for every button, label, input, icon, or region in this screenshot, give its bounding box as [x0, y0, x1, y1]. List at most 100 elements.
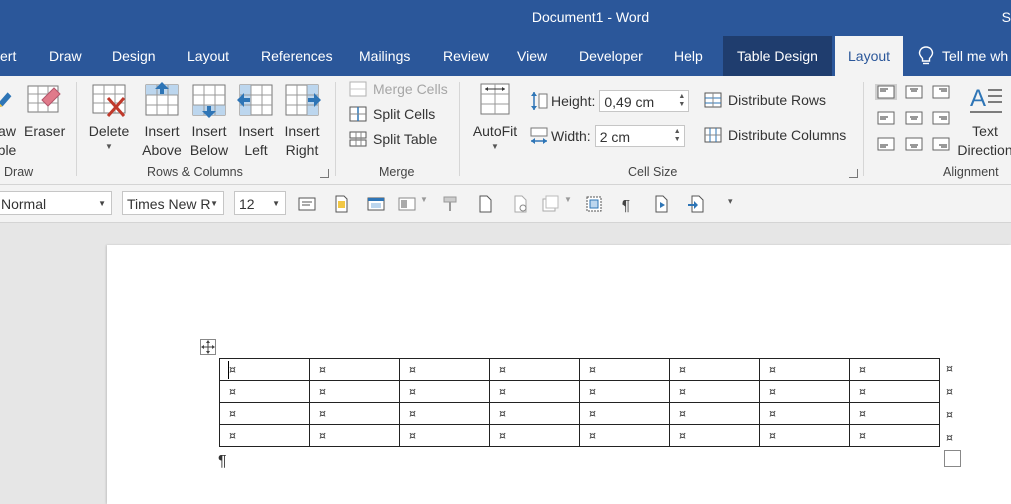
table-cell[interactable]: ¤: [579, 424, 670, 447]
font-size-dropdown[interactable]: 12 ▼: [234, 191, 286, 215]
height-spinner-icon[interactable]: ▲ ▼: [678, 93, 685, 109]
table-move-handle[interactable]: [200, 339, 216, 355]
table-cell[interactable]: ¤: [579, 402, 670, 425]
group-separator: [863, 82, 864, 176]
tab-references[interactable]: References: [261, 36, 333, 76]
width-spinner-icon[interactable]: ▲ ▼: [674, 128, 681, 144]
tab-developer[interactable]: Developer: [579, 36, 643, 76]
table-cell[interactable]: ¤: [219, 380, 310, 403]
document-import-icon[interactable]: [687, 195, 705, 213]
table-cell[interactable]: ¤: [759, 380, 850, 403]
insert-below-button[interactable]: Insert Below: [188, 82, 230, 160]
shape-outline-icon[interactable]: [541, 195, 559, 213]
table-cell[interactable]: ¤: [309, 402, 400, 425]
table-cell[interactable]: ¤: [579, 358, 670, 381]
rows-columns-launcher-icon[interactable]: [320, 169, 329, 178]
align-middle-right-button[interactable]: [930, 110, 952, 126]
table-cell[interactable]: ¤: [579, 380, 670, 403]
table-cell[interactable]: ¤: [489, 380, 580, 403]
insert-above-button[interactable]: Insert Above: [141, 82, 183, 160]
table-cell[interactable]: ¤: [759, 402, 850, 425]
tab-review[interactable]: Review: [443, 36, 489, 76]
table-cell[interactable]: ¤: [759, 424, 850, 447]
height-input[interactable]: 0,49 cm ▲ ▼: [599, 90, 690, 112]
table-cell[interactable]: ¤: [399, 424, 490, 447]
table-cell[interactable]: ¤: [849, 358, 940, 381]
delete-button[interactable]: Delete ▼: [88, 82, 130, 153]
distribute-columns-button[interactable]: Distribute Columns: [704, 127, 846, 143]
align-top-left-button[interactable]: [875, 84, 897, 100]
insert-right-button[interactable]: Insert Right: [281, 82, 323, 160]
table-cell[interactable]: ¤: [219, 402, 310, 425]
table-cell[interactable]: ¤: [399, 402, 490, 425]
tab-view[interactable]: View: [517, 36, 547, 76]
align-top-right-button[interactable]: [930, 84, 952, 100]
align-bottom-left-button[interactable]: [875, 136, 897, 152]
align-bottom-right-button[interactable]: [930, 136, 952, 152]
width-label: Width:: [551, 128, 591, 144]
tab-table-layout[interactable]: Layout: [835, 36, 904, 76]
table-cell[interactable]: ¤: [309, 424, 400, 447]
width-input[interactable]: 2 cm ▲ ▼: [594, 125, 685, 147]
table-cell[interactable]: ¤: [399, 358, 490, 381]
tab-design[interactable]: Design: [112, 36, 156, 76]
table-cell[interactable]: ¤: [759, 358, 850, 381]
table-cell[interactable]: ¤: [489, 402, 580, 425]
table-cell[interactable]: ¤: [849, 402, 940, 425]
document-table[interactable]: ¤ ¤ ¤ ¤ ¤ ¤ ¤ ¤ ¤ ¤ ¤ ¤ ¤ ¤ ¤ ¤ ¤ ¤ ¤ ¤ ¤ ¤ ¤ ¤ ¤ ¤ ¤ ¤ ¤ ¤ ¤ ¤: [219, 358, 940, 447]
table-cell[interactable]: ¤: [219, 358, 310, 381]
font-dropdown[interactable]: Times New R ▼: [122, 191, 224, 215]
tab-insert[interactable]: ert: [0, 36, 16, 76]
tab-table-design[interactable]: Table Design: [723, 36, 832, 76]
align-top-center-button[interactable]: [903, 84, 925, 100]
table-cell[interactable]: ¤: [309, 380, 400, 403]
text-direction-button[interactable]: A Text Direction: [956, 82, 1011, 160]
style-dropdown[interactable]: Normal ▼: [0, 191, 112, 215]
table-cell[interactable]: ¤: [849, 424, 940, 447]
paragraph-mark: ¶: [218, 453, 227, 470]
split-cells-button[interactable]: Split Cells: [349, 106, 435, 122]
table-cell[interactable]: ¤: [669, 358, 760, 381]
split-table-button[interactable]: Split Table: [349, 131, 437, 147]
align-bottom-center-button[interactable]: [903, 136, 925, 152]
table-cell[interactable]: ¤: [489, 358, 580, 381]
table-cell[interactable]: ¤: [219, 424, 310, 447]
table-cell[interactable]: ¤: [669, 402, 760, 425]
tab-help[interactable]: Help: [674, 36, 703, 76]
distribute-rows-button[interactable]: Distribute Rows: [704, 92, 826, 108]
table-cell[interactable]: ¤: [489, 424, 580, 447]
table-cell[interactable]: ¤: [399, 380, 490, 403]
table-cell[interactable]: ¤: [669, 380, 760, 403]
cell-size-launcher-icon[interactable]: [849, 169, 858, 178]
merge-cells-button[interactable]: Merge Cells: [349, 81, 448, 97]
eraser-button[interactable]: Eraser: [24, 82, 65, 141]
paragraph-direction-icon[interactable]: ¶: [620, 195, 638, 213]
autofit-button[interactable]: AutoFit ▼: [469, 82, 521, 153]
title-bar-corner-text: S: [1001, 9, 1011, 25]
tab-mailings[interactable]: Mailings: [359, 36, 410, 76]
document-page[interactable]: ¤ ¤ ¤ ¤ ¤ ¤ ¤ ¤ ¤ ¤ ¤ ¤ ¤ ¤ ¤ ¤ ¤ ¤ ¤ ¤ ¤ ¤ ¤ ¤ ¤ ¤ ¤ ¤ ¤ ¤ ¤ ¤ ¤ ¤ ¤ ¤ ¶: [107, 245, 1011, 504]
tell-me-box[interactable]: Tell me wh: [918, 36, 1008, 76]
picture-layout-icon[interactable]: [398, 195, 416, 213]
align-middle-left-button[interactable]: [875, 110, 897, 126]
text-box-icon[interactable]: [298, 195, 316, 213]
chevron-down-icon: ▼: [105, 142, 113, 151]
link-page-icon[interactable]: [511, 195, 529, 213]
table-cell[interactable]: ¤: [669, 424, 760, 447]
tab-layout[interactable]: Layout: [187, 36, 229, 76]
table-resize-handle[interactable]: [944, 450, 961, 467]
table-cell[interactable]: ¤: [849, 380, 940, 403]
new-document-icon[interactable]: [332, 195, 350, 213]
draw-table-button[interactable]: aw ble: [0, 82, 22, 160]
text-direction-label-1: Text: [972, 123, 998, 139]
insert-left-button[interactable]: Insert Left: [235, 82, 277, 160]
blank-page-icon[interactable]: [476, 195, 494, 213]
select-table-icon[interactable]: [585, 195, 603, 213]
page-forward-icon[interactable]: [653, 195, 671, 213]
format-painter-icon[interactable]: [442, 195, 460, 213]
tab-draw[interactable]: Draw: [49, 36, 82, 76]
window-icon[interactable]: [367, 195, 385, 213]
table-cell[interactable]: ¤: [309, 358, 400, 381]
customize-toolbar-icon[interactable]: ▾: [728, 196, 733, 207]
align-middle-center-button[interactable]: [903, 110, 925, 126]
